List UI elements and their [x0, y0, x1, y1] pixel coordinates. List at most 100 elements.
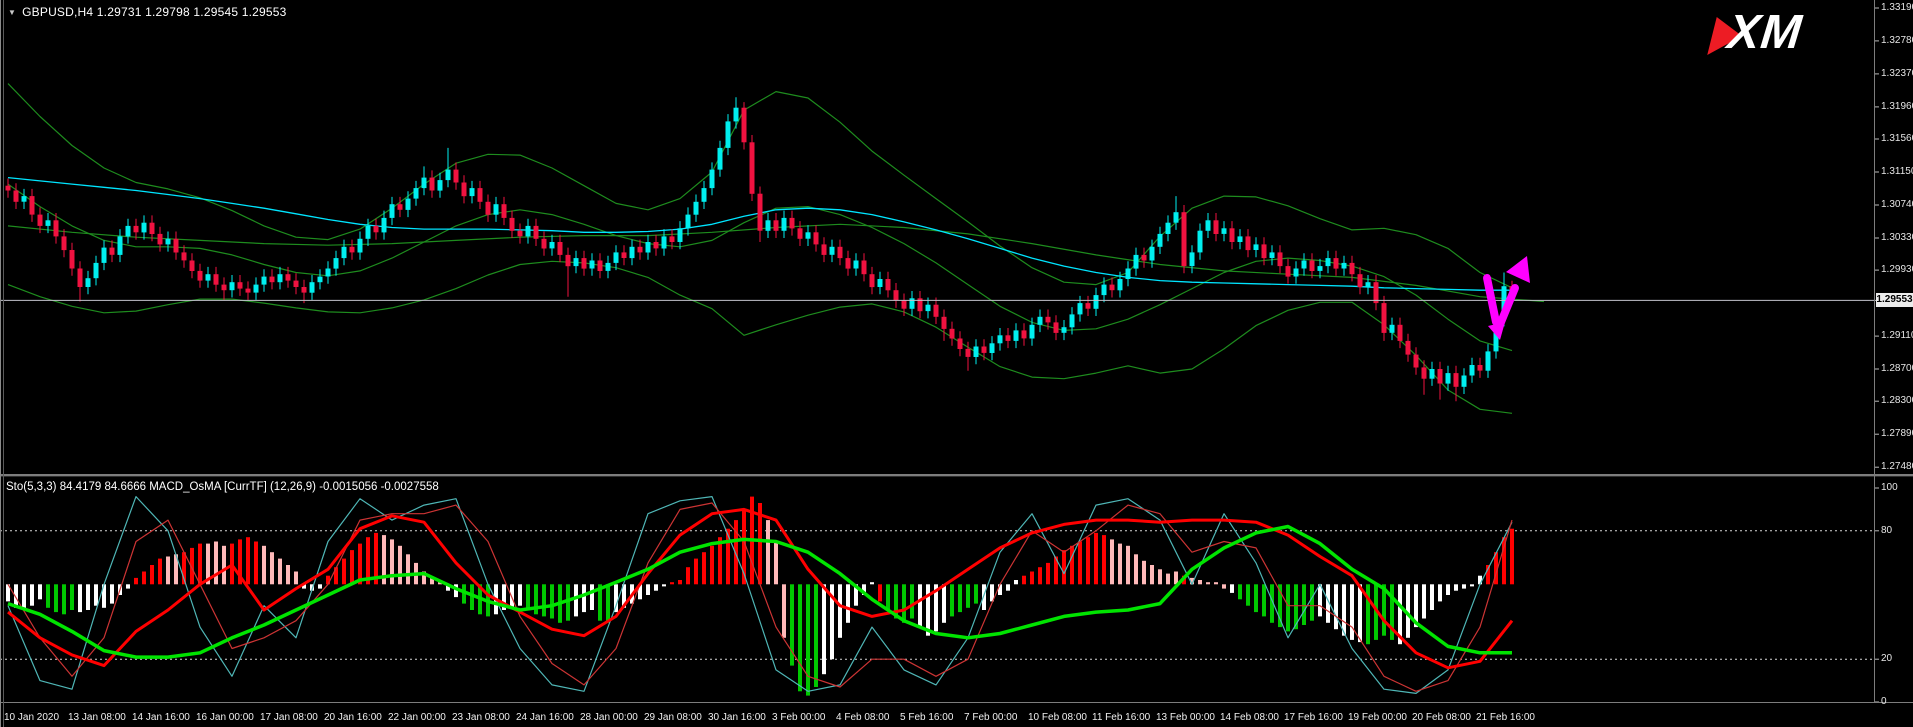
- osma-histogram-bar: [902, 584, 906, 623]
- candle: [726, 121, 731, 147]
- chart-title: ▼GBPUSD,H4 1.29731 1.29798 1.29545 1.295…: [8, 5, 287, 19]
- candle: [990, 343, 995, 353]
- candle: [838, 247, 843, 258]
- candle: [606, 263, 611, 271]
- osma-histogram-bar: [54, 584, 58, 612]
- osma-histogram-bar: [22, 584, 26, 610]
- osma-histogram-bar: [1046, 563, 1050, 584]
- candle: [518, 231, 523, 237]
- osma-histogram-bar: [134, 578, 138, 584]
- time-axis-label: 24 Jan 16:00: [516, 712, 574, 723]
- candle: [1270, 252, 1275, 258]
- candle: [1366, 282, 1371, 287]
- osma-histogram-bar: [46, 584, 50, 608]
- osma-histogram-bar: [1094, 533, 1098, 584]
- osma-histogram-bar: [214, 542, 218, 585]
- indicator-axis-label: 100: [1881, 482, 1898, 493]
- candle: [1134, 255, 1139, 269]
- candle: [870, 274, 875, 287]
- window-left-border: [0, 0, 1, 727]
- candle: [1254, 244, 1259, 250]
- indicator-title: Sto(5,3,3) 84.4179 84.6666 MACD_OsMA [Cu…: [6, 481, 439, 493]
- osma-histogram-bar: [510, 584, 514, 608]
- candle: [462, 183, 467, 197]
- osma-histogram-bar: [518, 584, 522, 605]
- candle: [14, 191, 19, 202]
- osma-histogram-bar: [1126, 546, 1130, 585]
- time-axis-label: 30 Jan 16:00: [708, 712, 766, 723]
- candle: [1438, 369, 1443, 384]
- candle: [694, 202, 699, 215]
- price-axis-label: 1.30740: [1881, 199, 1913, 210]
- candle: [246, 289, 251, 293]
- osma-histogram-bar: [702, 552, 706, 584]
- candle: [414, 188, 419, 199]
- osma-histogram-bar: [542, 584, 546, 616]
- time-axis-label: 5 Feb 16:00: [900, 712, 953, 723]
- osma-histogram-bar: [150, 565, 154, 584]
- candle: [1262, 244, 1267, 258]
- time-axis-label: 10 Jan 2020: [4, 712, 59, 723]
- osma-histogram-bar: [918, 584, 922, 627]
- price-axis-label: 1.32780: [1881, 35, 1913, 46]
- candle: [214, 274, 219, 285]
- candle: [1326, 258, 1331, 266]
- osma-histogram-bar: [38, 584, 42, 599]
- chevron-down-icon: ▼: [8, 8, 16, 17]
- osma-histogram-bar: [1158, 569, 1162, 584]
- osma-histogram-bar: [86, 584, 90, 610]
- candle: [398, 204, 403, 210]
- candle: [758, 194, 763, 231]
- osma-histogram-bar: [1446, 584, 1450, 595]
- osma-histogram-bar: [1070, 546, 1074, 585]
- candle: [454, 170, 459, 183]
- price-axis-label: 1.33190: [1881, 2, 1913, 13]
- osma-histogram-bar: [670, 582, 674, 584]
- candle: [1454, 373, 1459, 387]
- osma-histogram-bar: [1342, 584, 1346, 635]
- osma-histogram-bar: [1286, 584, 1290, 631]
- candle: [262, 277, 267, 285]
- candle: [1406, 341, 1411, 355]
- osma-histogram-bar: [1134, 554, 1138, 584]
- candle: [1278, 252, 1283, 266]
- osma-histogram-bar: [198, 544, 202, 585]
- price-axis-border: [1874, 0, 1875, 703]
- osma-histogram-bar: [1510, 529, 1514, 585]
- osma-histogram-bar: [806, 584, 810, 695]
- pane-separator[interactable]: [0, 474, 1913, 477]
- osma-histogram-bar: [1174, 572, 1178, 585]
- time-axis-label: 4 Feb 08:00: [836, 712, 889, 723]
- candle: [1302, 261, 1307, 269]
- candle: [614, 252, 619, 263]
- candle: [158, 234, 163, 245]
- candle: [150, 223, 155, 234]
- candle: [574, 258, 579, 266]
- osma-histogram-bar: [606, 584, 610, 623]
- candle: [622, 252, 627, 258]
- osma-histogram-bar: [590, 584, 594, 610]
- candle: [966, 349, 971, 357]
- candle: [1110, 285, 1115, 291]
- candle: [934, 305, 939, 317]
- price-axis-label: 1.27890: [1881, 428, 1913, 439]
- osma-histogram-bar: [1238, 584, 1242, 599]
- candle: [1286, 266, 1291, 277]
- time-axis-label: 13 Jan 08:00: [68, 712, 126, 723]
- candle: [510, 218, 515, 231]
- chart-canvas[interactable]: [0, 0, 1913, 727]
- osma-histogram-bar: [1022, 576, 1026, 585]
- osma-histogram-bar: [1142, 561, 1146, 585]
- osma-histogram-bar: [142, 572, 146, 585]
- candle: [438, 180, 443, 191]
- time-axis-label: 23 Jan 08:00: [452, 712, 510, 723]
- osma-histogram-bar: [262, 546, 266, 585]
- candle: [86, 278, 91, 287]
- osma-histogram-bar: [1438, 584, 1442, 601]
- osma-histogram-bar: [686, 567, 690, 584]
- candle: [334, 258, 339, 269]
- osma-histogram-bar: [1102, 535, 1106, 584]
- timeaxis-separator: [0, 702, 1913, 703]
- osma-histogram-bar: [70, 584, 74, 610]
- candle: [950, 329, 955, 339]
